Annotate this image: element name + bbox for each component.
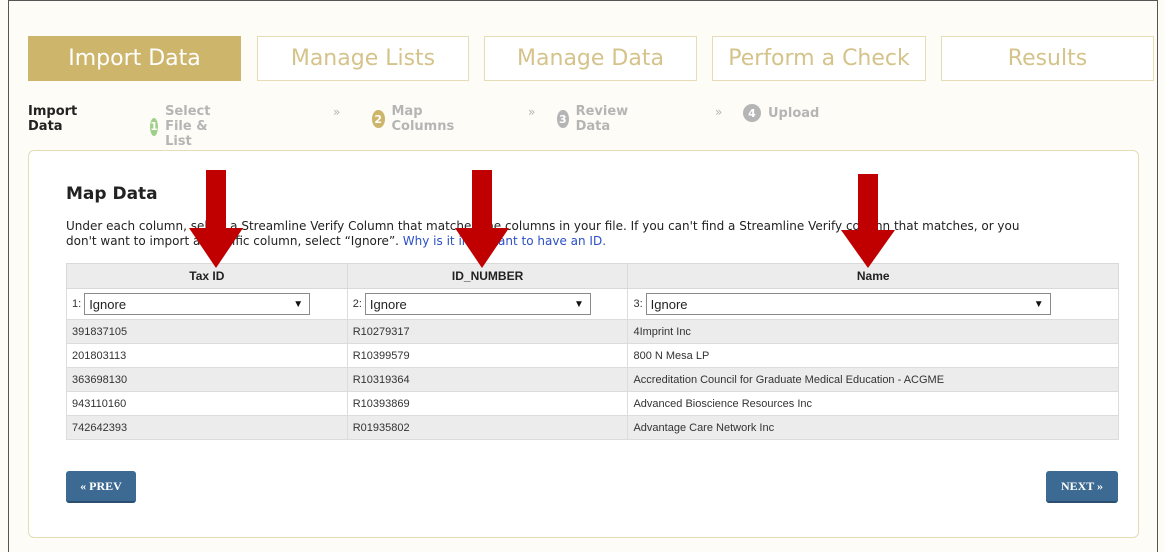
table-cell: 943110160 (66, 391, 348, 416)
mapping-cell: 2: Ignore ▼ (346, 288, 629, 320)
table-cell: 391837105 (66, 319, 348, 344)
select-value: Ignore (369, 296, 407, 312)
table-row: 742642393 R01935802 Advantage Care Netwo… (66, 415, 1119, 440)
step-number: 2 (372, 110, 385, 128)
panel-title: Map Data (66, 184, 158, 204)
step-separator: » (333, 105, 341, 119)
step-label: Review Data (575, 104, 629, 134)
step-number: 3 (557, 110, 569, 128)
table-cell: 4Imprint Inc (627, 319, 1119, 344)
table-cell: R10393869 (346, 391, 629, 416)
table-cell: Advantage Care Network Inc (627, 415, 1119, 440)
annotation-arrow-icon (189, 170, 243, 268)
table-row: 363698130 R10319364 Accreditation Counci… (66, 367, 1119, 392)
column-mapping-select[interactable]: Ignore ▼ (645, 293, 1051, 315)
next-button[interactable]: NEXT » (1046, 471, 1118, 503)
table-row: 201803113 R10399579 800 N Mesa LP (66, 343, 1119, 368)
step-upload[interactable]: 4 Upload (743, 104, 819, 122)
dropdown-arrow-icon: ▼ (293, 298, 304, 310)
tab-manage-data[interactable]: Manage Data (484, 36, 697, 81)
mapping-cell: 1: Ignore ▼ (66, 288, 348, 320)
table-cell: R10399579 (346, 343, 629, 368)
step-label: Map Columns (391, 104, 455, 134)
steps-title: Import Data (28, 104, 78, 134)
step-number: 4 (743, 104, 761, 122)
step-separator: » (528, 105, 536, 119)
column-mapping-row: 1: Ignore ▼ 2: Ignore ▼ 3: Ignore ▼ (66, 288, 1119, 320)
table-row: 943110160 R10393869 Advanced Bioscience … (66, 391, 1119, 416)
prev-button[interactable]: « PREV (66, 471, 136, 503)
dropdown-arrow-icon: ▼ (1033, 298, 1044, 310)
tab-results[interactable]: Results (941, 36, 1154, 81)
column-mapping-select[interactable]: Ignore ▼ (84, 293, 311, 315)
table-cell: Advanced Bioscience Resources Inc (627, 391, 1119, 416)
step-separator: » (715, 105, 723, 119)
dropdown-arrow-icon: ▼ (574, 298, 584, 310)
table-cell: R01935802 (346, 415, 629, 440)
step-review-data[interactable]: 3 Review Data (557, 104, 635, 134)
table-row: 391837105 R10279317 4Imprint Inc (66, 319, 1119, 344)
select-value: Ignore (650, 296, 688, 312)
table-cell: Accreditation Council for Graduate Medic… (627, 367, 1119, 392)
step-number: 1 (150, 117, 159, 136)
column-index: 3: (633, 298, 643, 310)
table-cell: 363698130 (66, 367, 348, 392)
table-cell: R10319364 (346, 367, 629, 392)
tab-perform-a-check[interactable]: Perform a Check (712, 36, 926, 81)
annotation-arrow-icon (455, 170, 509, 268)
column-index: 2: (352, 298, 362, 310)
step-select-file[interactable]: 1 Select File & List (150, 104, 220, 149)
step-label: Upload (768, 105, 820, 121)
tab-import-data[interactable]: Import Data (28, 36, 241, 81)
annotation-arrow-icon (841, 174, 895, 268)
tab-manage-lists[interactable]: Manage Lists (257, 36, 469, 81)
table-cell: 742642393 (66, 415, 348, 440)
table-cell: R10279317 (346, 319, 629, 344)
column-index: 1: (72, 298, 82, 310)
step-label: Select File & List (165, 104, 211, 149)
step-map-columns[interactable]: 2 Map Columns (372, 104, 460, 134)
select-value: Ignore (89, 296, 127, 312)
table-cell: 201803113 (66, 343, 348, 368)
column-mapping-select[interactable]: Ignore ▼ (364, 293, 591, 315)
mapping-table: Tax ID ID_NUMBER Name 1: Ignore ▼ 2: Ign… (66, 263, 1119, 440)
table-cell: 800 N Mesa LP (627, 343, 1119, 368)
mapping-cell: 3: Ignore ▼ (627, 288, 1119, 320)
